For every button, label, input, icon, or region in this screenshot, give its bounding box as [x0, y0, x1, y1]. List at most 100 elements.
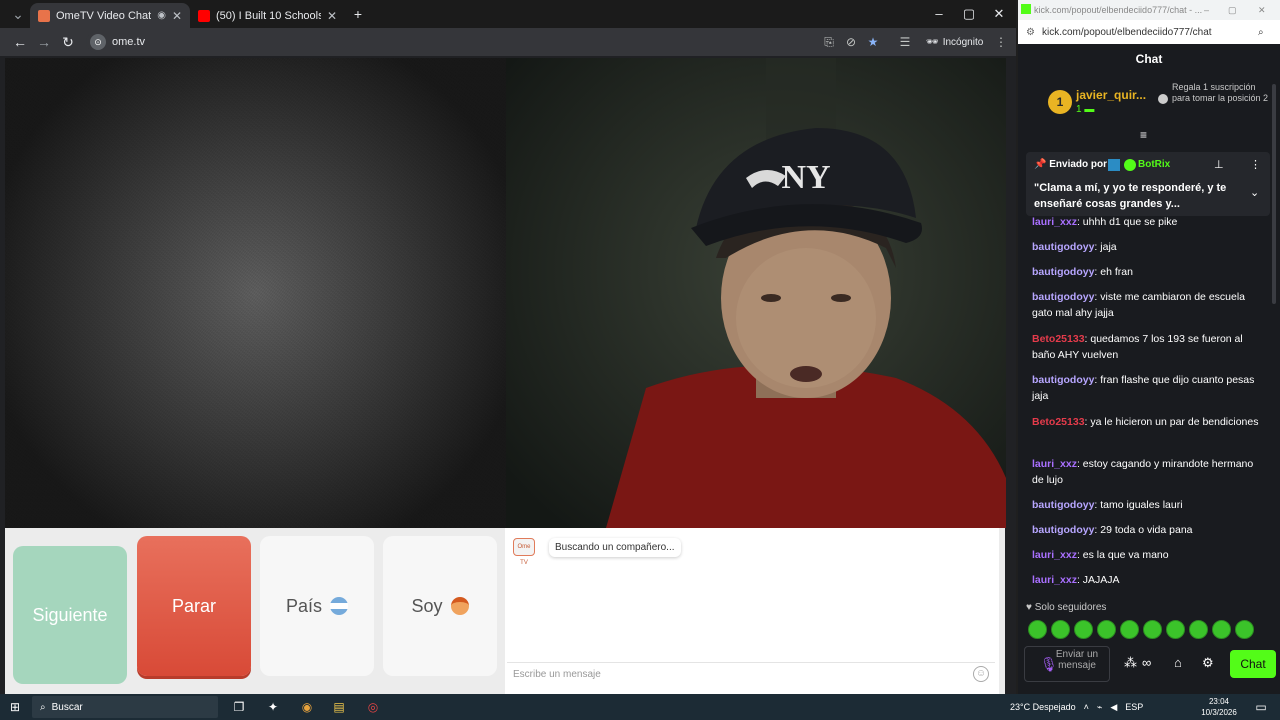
maximize-icon[interactable]: ▢: [1228, 5, 1237, 16]
followers-only-indicator: ♥ Solo seguidores: [1026, 602, 1107, 613]
partner-video-static: [5, 58, 506, 528]
tab-search-icon[interactable]: ⌄: [8, 4, 28, 24]
back-icon[interactable]: ←: [10, 32, 30, 52]
infinity-icon[interactable]: ∞: [1142, 655, 1151, 670]
gift-leaderboard[interactable]: 1 javier_quir... 1 ▬ Regala 1 suscripció…: [1026, 80, 1270, 128]
message-username[interactable]: bautigodoyy: [1032, 291, 1094, 303]
forward-icon[interactable]: →: [34, 32, 54, 52]
menu-kebab-icon[interactable]: ⋮: [992, 33, 1010, 51]
close-icon[interactable]: ✕: [172, 9, 182, 23]
close-window-icon[interactable]: ✕: [1258, 5, 1266, 16]
incognito-indicator[interactable]: 🕶 Incógnito: [926, 33, 983, 51]
chat-message: bautigodoyy: fran flashe que dijo cuanto…: [1032, 374, 1255, 402]
obs-icon[interactable]: ◎: [362, 697, 384, 717]
zoom-search-icon[interactable]: ⌕: [1258, 27, 1264, 38]
minimize-icon[interactable]: –: [924, 4, 954, 24]
message-text: 29 toda o vida pana: [1100, 524, 1193, 536]
message-username[interactable]: lauri_xxz: [1032, 574, 1077, 586]
filter-icon[interactable]: ≡: [1140, 128, 1147, 142]
emoji-icon[interactable]: ☺: [973, 666, 989, 682]
taskbar-search[interactable]: ⌕ Buscar: [32, 696, 218, 718]
gender-button-label: Soy: [411, 595, 443, 616]
site-info-icon[interactable]: ⊙: [90, 34, 106, 50]
chevron-up-icon[interactable]: ˄: [1084, 702, 1089, 712]
eye-off-icon[interactable]: ⊘: [842, 33, 860, 51]
tab-ometv[interactable]: OmeTV Video Chat — Ome ◉ ✕: [30, 3, 190, 28]
message-username[interactable]: bautigodoyy: [1032, 524, 1094, 536]
volume-icon[interactable]: ◀: [1110, 702, 1117, 713]
url-text[interactable]: ome.tv: [112, 36, 145, 48]
ome-logo-icon: Ome TV: [513, 538, 535, 566]
windows-start-icon[interactable]: ⊞: [4, 697, 26, 717]
rank-badge: 1: [1048, 90, 1072, 114]
boy-emoji-icon: [450, 597, 469, 615]
message-username[interactable]: bautigodoyy: [1032, 241, 1094, 253]
verified-badge-icon: [1124, 159, 1136, 171]
new-tab-icon[interactable]: +: [348, 4, 368, 24]
pinned-sender-label: 📌 Enviado por: [1034, 159, 1108, 170]
message-username[interactable]: lauri_xxz: [1032, 458, 1077, 470]
reading-list-icon[interactable]: ☰: [896, 33, 914, 51]
kebab-menu-icon[interactable]: ⋮: [1250, 158, 1261, 171]
message-username[interactable]: Beto25133: [1032, 416, 1085, 428]
emote-icon[interactable]: [1028, 620, 1047, 639]
maximize-icon[interactable]: ▢: [954, 4, 984, 24]
network-icon[interactable]: ⌁: [1097, 702, 1102, 713]
ome-controls: Siguiente Parar País Soy Ome TV Buscando…: [5, 528, 1005, 694]
message-username[interactable]: lauri_xxz: [1032, 549, 1077, 561]
leader-gift-count: 1 ▬: [1076, 104, 1095, 115]
bookmark-star-icon[interactable]: ★: [864, 33, 882, 51]
emote-icon[interactable]: [1120, 620, 1139, 639]
emote-icon[interactable]: [1097, 620, 1116, 639]
message-username[interactable]: Beto25133: [1032, 333, 1085, 345]
site-info-icon[interactable]: ⚙: [1026, 27, 1035, 38]
close-window-icon[interactable]: ✕: [984, 4, 1014, 24]
unpin-icon[interactable]: ⊥: [1214, 158, 1224, 171]
reload-icon[interactable]: ↻: [58, 32, 78, 52]
minimize-icon[interactable]: –: [1204, 5, 1209, 15]
next-button[interactable]: Siguiente: [13, 546, 127, 684]
emote-icon[interactable]: [1166, 620, 1185, 639]
chat-scrollbar[interactable]: [1272, 84, 1276, 304]
task-view-icon[interactable]: ❐: [228, 697, 250, 717]
stop-button[interactable]: Parar: [137, 536, 251, 676]
file-explorer-icon[interactable]: ▤: [328, 697, 350, 717]
close-icon[interactable]: ✕: [327, 9, 337, 23]
message-username[interactable]: lauri_xxz: [1032, 216, 1077, 228]
send-message-input[interactable]: Enviar un mensaje: [1024, 646, 1110, 682]
message-username[interactable]: bautigodoyy: [1032, 499, 1094, 511]
store-icon[interactable]: ⌂: [1174, 655, 1182, 670]
language-indicator[interactable]: ESP: [1125, 702, 1143, 712]
emote-icon[interactable]: [1189, 620, 1208, 639]
settings-gear-icon[interactable]: ⚙: [1202, 655, 1214, 671]
message-text: jaja: [1100, 241, 1117, 253]
weather-text[interactable]: 23°C Despejado: [1010, 702, 1076, 712]
clock[interactable]: 23:04 10/3/2026: [1196, 696, 1242, 718]
emote-icon[interactable]: [1212, 620, 1231, 639]
chat-header-title: Chat: [1135, 52, 1163, 66]
expand-chevron-icon[interactable]: ⌄: [1250, 186, 1259, 199]
pinned-message[interactable]: 📌 Enviado por BotRix ⊥ ⋮ "Clama a mí, y …: [1026, 152, 1270, 216]
message-text: ya le hicieron un par de bendiciones: [1090, 416, 1259, 428]
sent-by-text: Enviado por: [1049, 159, 1108, 170]
emote-icon[interactable]: [1235, 620, 1254, 639]
message-username[interactable]: bautigodoyy: [1032, 374, 1094, 386]
gift-count-value: 1: [1076, 104, 1082, 115]
chat-send-button[interactable]: Chat: [1230, 650, 1276, 678]
chrome-icon[interactable]: ◉: [296, 697, 318, 717]
notification-icon[interactable]: ▭: [1250, 697, 1272, 717]
bits-icon[interactable]: ⁂: [1124, 655, 1137, 671]
message-input[interactable]: Escribe un mensaje: [507, 662, 995, 686]
emote-icon[interactable]: [1143, 620, 1162, 639]
pinned-bot-name[interactable]: BotRix: [1138, 159, 1170, 170]
message-username[interactable]: bautigodoyy: [1032, 266, 1094, 278]
tab-youtube[interactable]: (50) I Built 10 Schools Around ✕: [190, 3, 345, 28]
gift-icon: [1158, 94, 1168, 104]
translate-icon[interactable]: ⎘: [820, 33, 838, 51]
emote-icon[interactable]: [1051, 620, 1070, 639]
emote-icon[interactable]: [1074, 620, 1093, 639]
kick-address-bar[interactable]: ⚙ kick.com/popout/elbendeciido777/chat ⌕: [1018, 20, 1280, 44]
gender-button[interactable]: Soy: [383, 536, 497, 676]
country-button[interactable]: País: [260, 536, 374, 676]
copilot-icon[interactable]: ✦: [262, 697, 284, 717]
